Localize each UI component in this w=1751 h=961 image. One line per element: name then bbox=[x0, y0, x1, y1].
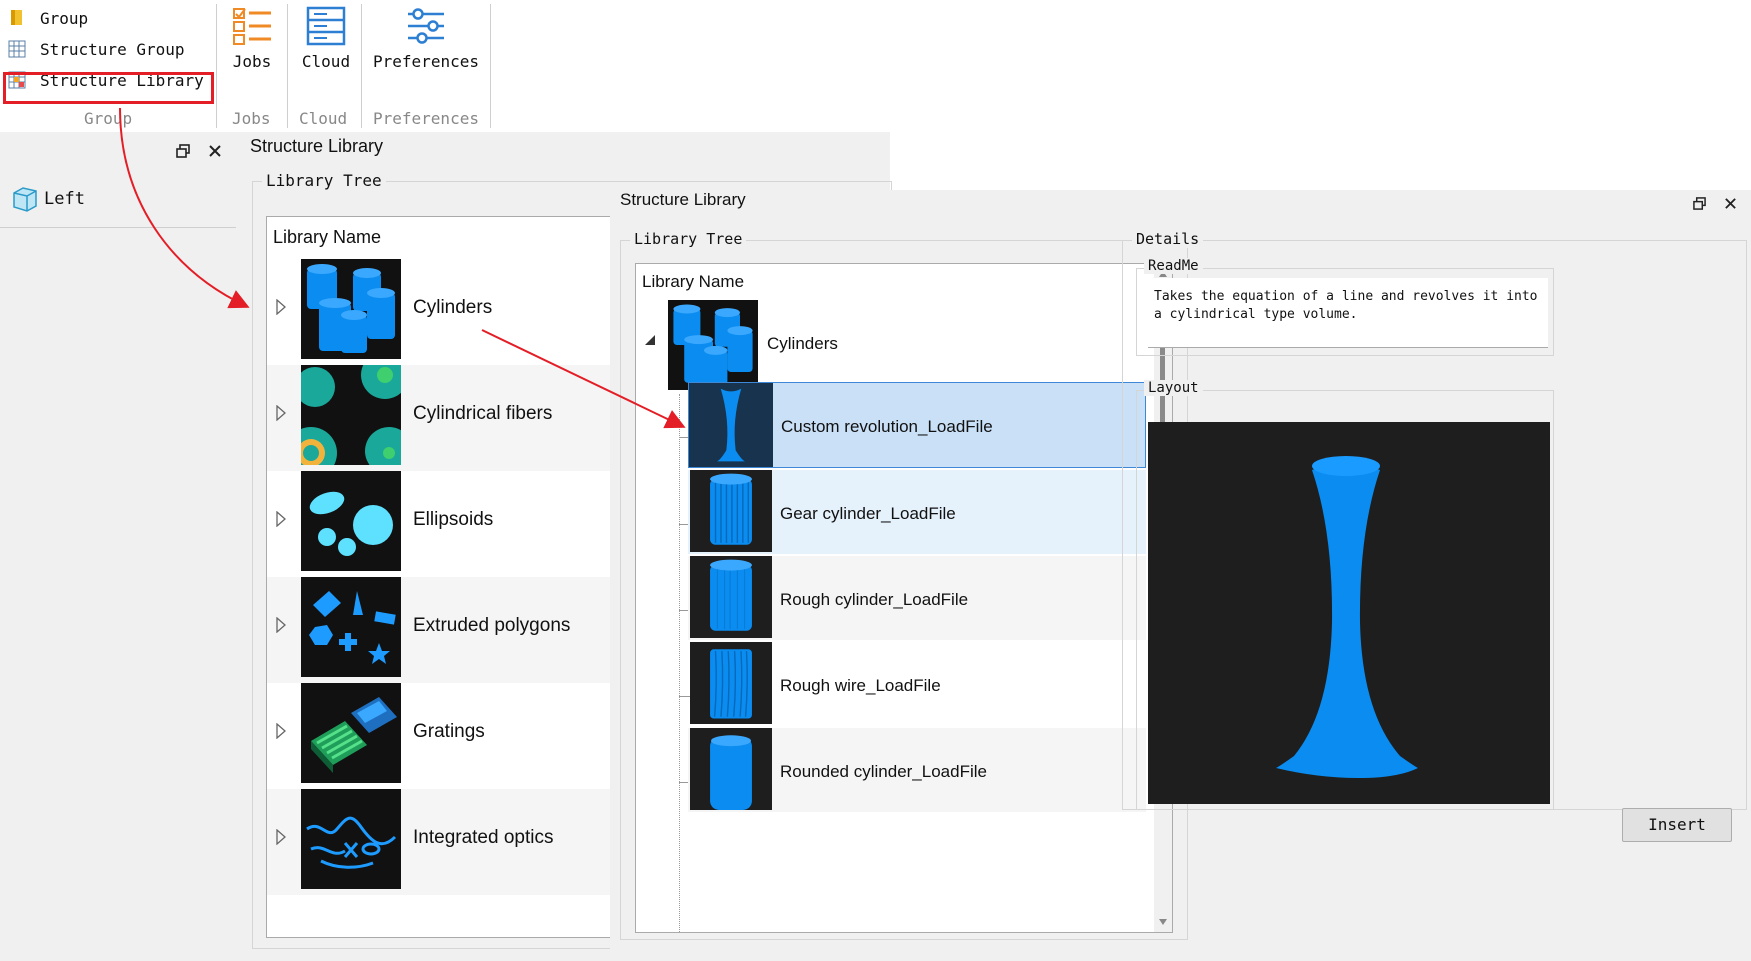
annotation-arrow-2 bbox=[481, 329, 686, 429]
annotation-arrow-1 bbox=[119, 107, 250, 309]
annotation-arrows bbox=[119, 107, 686, 429]
